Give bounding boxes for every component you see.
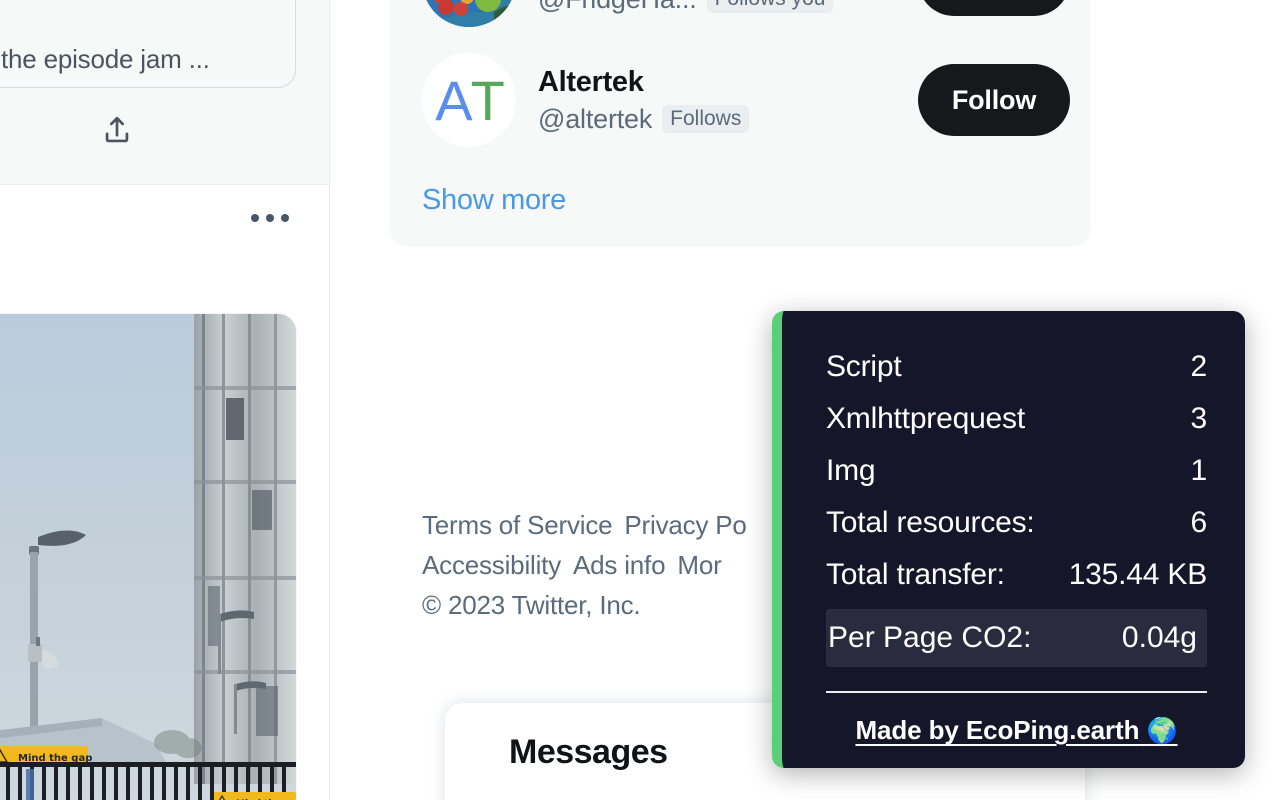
avatar-initial-t: T [470,68,505,132]
resource-value: 135.44 KB [1068,558,1208,591]
ecoping-overlay-panel: Script 2 Xmlhttprequest 3 Img 1 Total re… [772,311,1245,768]
follow-button[interactable]: Follow [918,0,1070,16]
resource-value: 3 [1190,402,1208,435]
avatar[interactable]: AT [422,53,516,147]
user-meta: Altertek @altertek Follows [538,65,918,135]
resource-label: Img [826,454,876,487]
sidebar-bottom-section: 9272 airs ejects [0,186,329,800]
ecoping-footer: Made by EcoPing.earth 🌍 [826,715,1207,746]
ecoping-credit-link[interactable]: Made by EcoPing.earth 🌍 [855,715,1177,745]
share-button[interactable] [96,112,138,154]
show-more-link[interactable]: Show more [390,160,1090,247]
resource-label: Total resources: [826,506,1035,539]
messages-title: Messages [509,733,668,771]
divider [826,691,1207,693]
user-handle: @altertek [538,103,653,134]
follows-you-badge: Follows [662,105,750,134]
ads-info-link[interactable]: Ads info [573,550,666,580]
privacy-policy-link[interactable]: Privacy Po [624,510,746,540]
resource-row-img: Img 1 [826,445,1207,497]
screen: the episode jam ... Mind the gap A T Alt… [0,0,1280,800]
more-link[interactable]: Mor [677,550,721,580]
who-to-follow-card: @thomasla... Follows you Follow [390,0,1090,247]
co2-value: 0.04g [1121,621,1197,654]
resource-label: Script [826,350,902,383]
follow-button[interactable]: Follow [918,64,1070,136]
total-transfer-row: Total transfer: 135.44 KB [826,549,1207,601]
total-resources-row: Total resources: 6 [826,497,1207,549]
resource-value: 2 [1190,350,1208,383]
vegetables-photo-icon [422,0,516,27]
follows-you-badge: Follows you [706,0,834,14]
user-display-name: Altertek [538,66,644,99]
list-item[interactable]: Hawkhurst Communi... @FridgeHa... Follow… [390,0,1090,40]
co2-label: Per Page CO2: [828,621,1032,654]
avatar[interactable] [422,0,516,27]
ecoping-credit-text: Made by EcoPing.earth [855,715,1140,745]
resource-row-script: Script 2 [826,341,1207,393]
avatar-initial-a: A [435,68,472,132]
share-upload-icon [100,114,134,153]
chat-bubble-text: the episode jam ... [1,44,210,74]
user-meta: Hawkhurst Communi... @FridgeHa... Follow… [538,0,918,15]
list-item[interactable]: AT Altertek @altertek Follows Follow [390,40,1090,160]
resource-value: 6 [1190,506,1208,539]
resource-label: Total transfer: [826,558,1005,591]
resource-label: Xmlhttprequest [826,402,1025,435]
resource-row-xmlhttprequest: Xmlhttprequest 3 [826,393,1207,445]
three-dots-icon[interactable] [251,214,289,222]
left-sidebar: the episode jam ... Mind the gap [0,0,330,800]
resource-value: 1 [1190,454,1208,487]
globe-icon: 🌍 [1146,717,1178,745]
photo-attachment[interactable]: 9272 airs ejects [0,314,296,800]
street-photo: 9272 airs ejects [0,314,296,800]
accessibility-link[interactable]: Accessibility [422,550,561,580]
user-handle: @FridgeHa... [538,0,697,15]
per-page-co2-row: Per Page CO2: 0.04g [826,609,1207,667]
chat-bubble[interactable]: the episode jam ... [0,0,296,88]
sidebar-top-section: the episode jam ... [0,0,329,185]
terms-of-service-link[interactable]: Terms of Service [422,510,613,540]
